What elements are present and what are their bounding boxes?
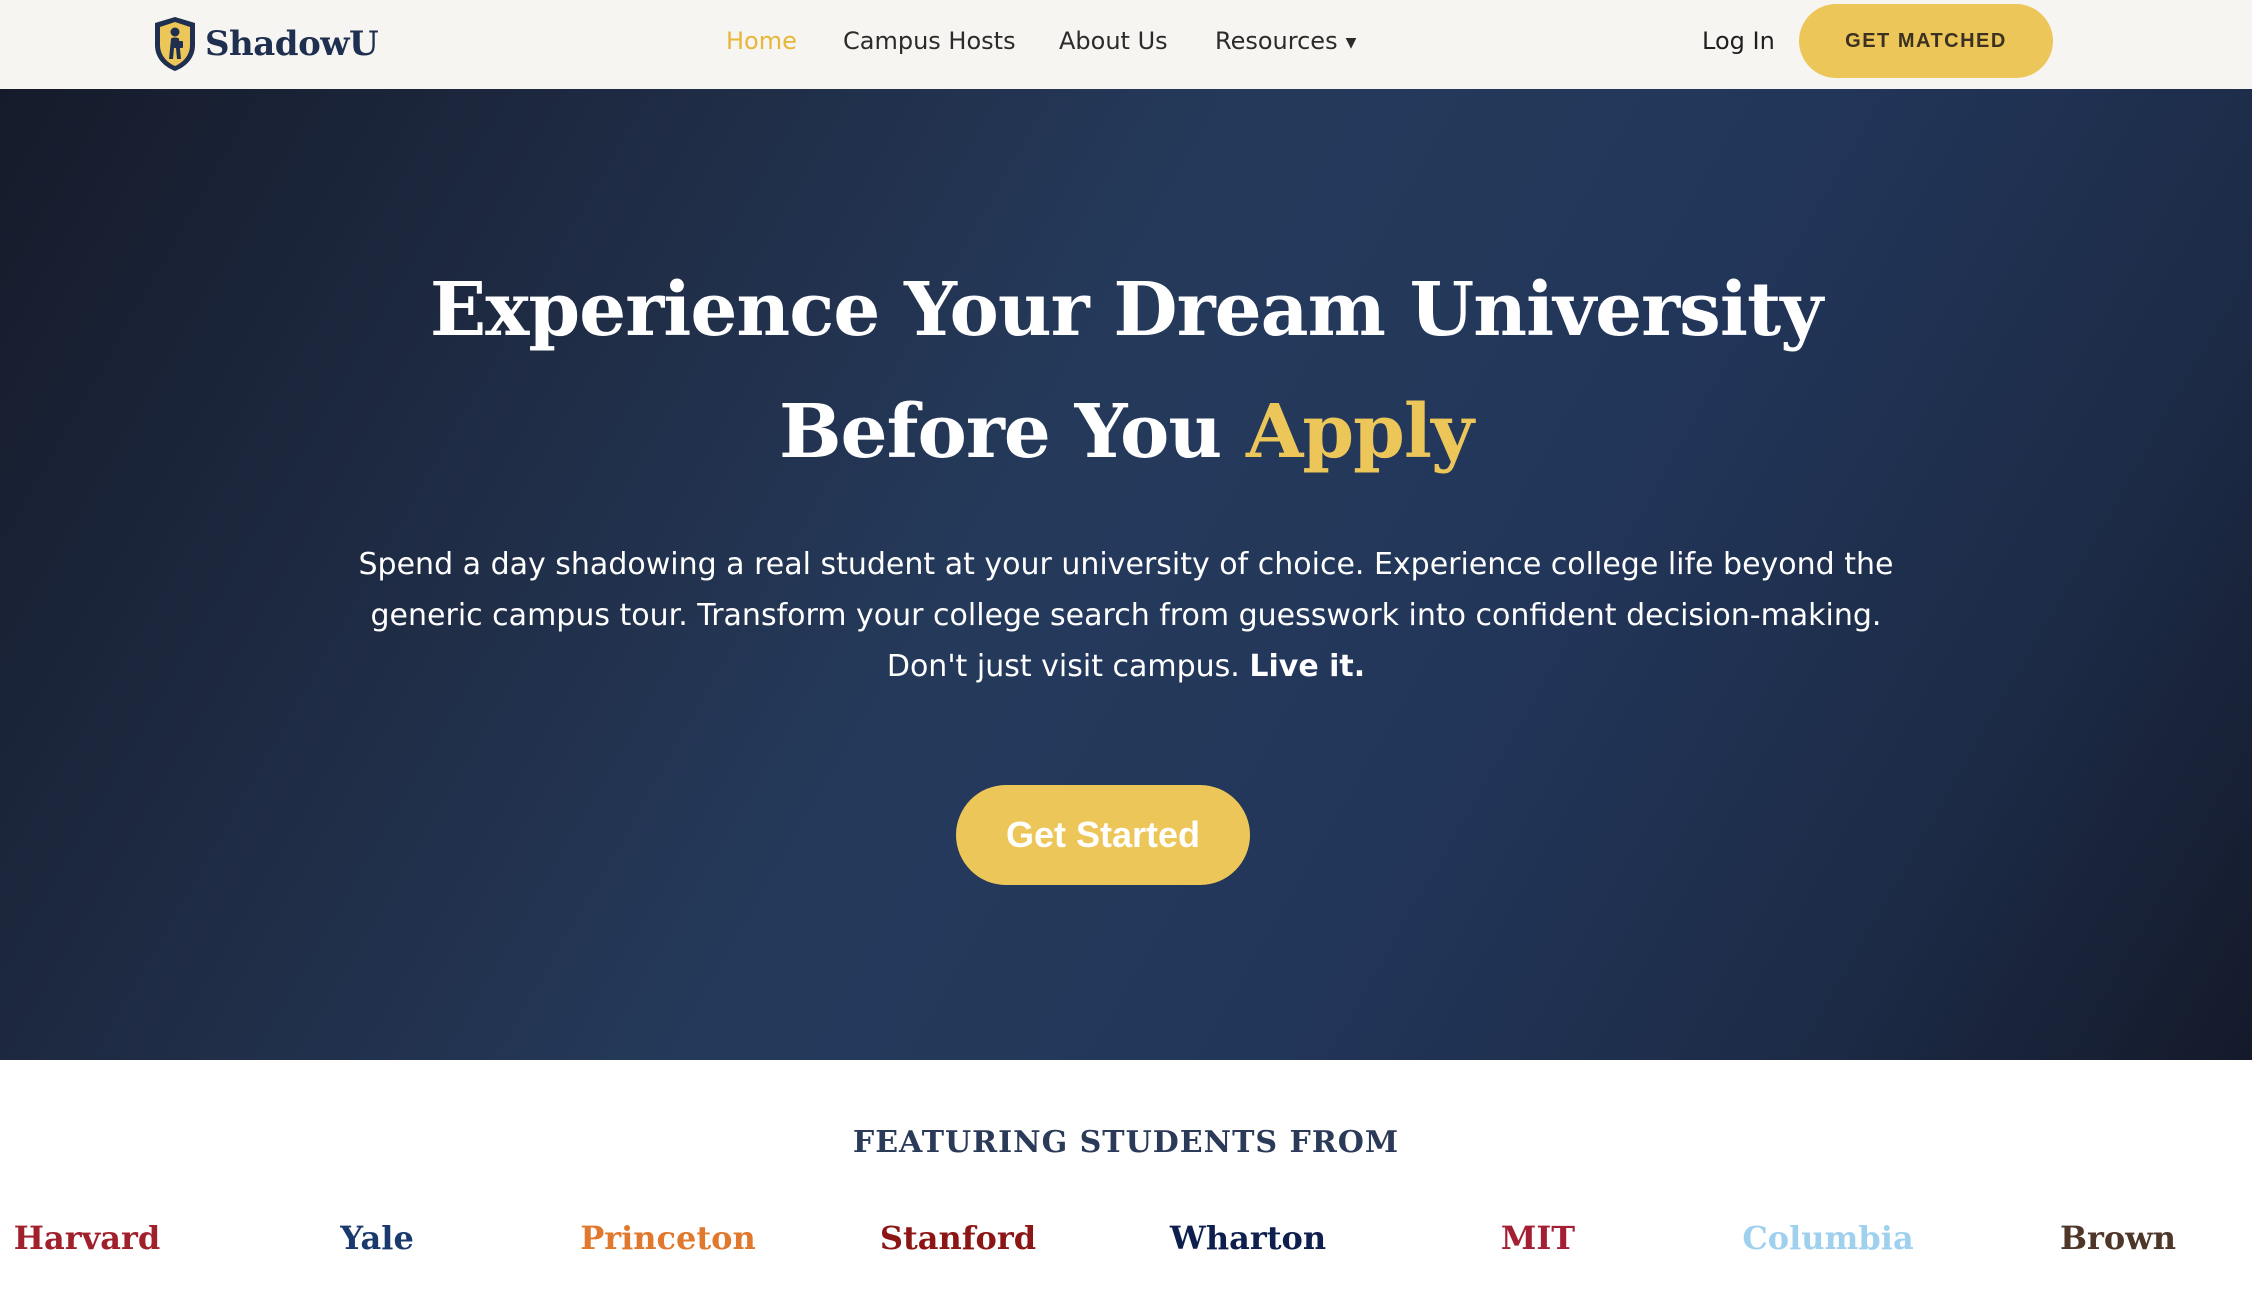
university-brown: Brown bbox=[2059, 1219, 2177, 1257]
shield-student-icon bbox=[151, 15, 199, 73]
university-harvard: Harvard bbox=[13, 1219, 161, 1257]
login-link[interactable]: Log In bbox=[1702, 24, 1775, 58]
university-princeton: Princeton bbox=[580, 1219, 756, 1257]
nav-about-us[interactable]: About Us bbox=[1059, 24, 1168, 58]
hero-title-line2: Before You Apply bbox=[0, 371, 2252, 493]
nav-home[interactable]: Home bbox=[726, 24, 797, 58]
get-started-button[interactable]: Get Started bbox=[956, 785, 1250, 885]
hero-description-emphasis: Live it. bbox=[1249, 649, 1366, 684]
hero-description-text: Spend a day shadowing a real student at … bbox=[358, 547, 1894, 684]
featuring-title: FEATURING STUDENTS FROM bbox=[852, 1125, 1400, 1160]
university-list: Harvard Yale Princeton Stanford Wharton … bbox=[0, 1212, 2252, 1268]
hero-title-line1: Experience Your Dream University bbox=[429, 267, 1823, 353]
university-wharton: Wharton bbox=[1169, 1219, 1327, 1257]
nav-resources-label: Resources bbox=[1215, 27, 1338, 55]
university-mit: MIT bbox=[1500, 1219, 1576, 1257]
university-columbia: Columbia bbox=[1742, 1219, 1914, 1257]
brand-name: ShadowU bbox=[205, 24, 379, 64]
get-matched-button[interactable]: GET MATCHED bbox=[1799, 4, 2053, 78]
hero-title-plain: Before You bbox=[779, 389, 1222, 475]
caret-down-icon: ▼ bbox=[1345, 35, 1357, 51]
university-yale: Yale bbox=[340, 1219, 414, 1257]
site-header: ShadowU Home Campus Hosts About Us Resou… bbox=[0, 0, 2252, 89]
hero-section: Experience Your Dream University Before … bbox=[0, 89, 2252, 1060]
university-stanford: Stanford bbox=[879, 1219, 1037, 1257]
nav-resources[interactable]: Resources ▼ bbox=[1215, 24, 1356, 62]
brand-logo[interactable]: ShadowU bbox=[151, 15, 379, 73]
hero-title-accent: Apply bbox=[1245, 389, 1474, 475]
nav-campus-hosts[interactable]: Campus Hosts bbox=[843, 24, 1016, 58]
hero-description: Spend a day shadowing a real student at … bbox=[326, 539, 1926, 692]
